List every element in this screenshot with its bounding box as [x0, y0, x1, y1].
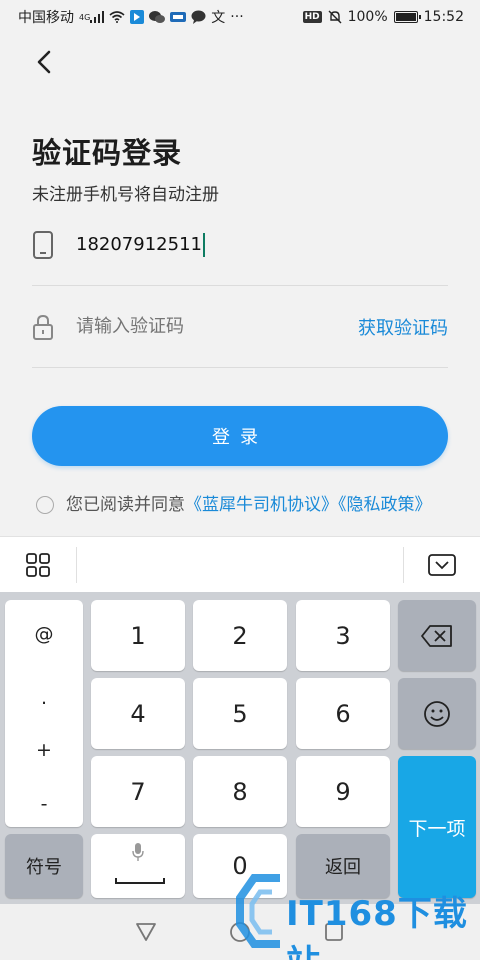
get-code-button[interactable]: 获取验证码	[358, 314, 448, 340]
emoji-key[interactable]	[398, 678, 476, 749]
phone-field[interactable]: 18207912511	[32, 204, 448, 286]
backspace-key[interactable]	[398, 600, 476, 671]
key-plus[interactable]: +	[5, 730, 83, 770]
battery-icon	[393, 11, 421, 23]
space-bar-icon	[115, 878, 165, 884]
phone-icon	[32, 230, 54, 260]
wechat-icon	[149, 10, 166, 24]
wifi-icon	[109, 11, 125, 23]
emoji-icon	[424, 700, 450, 727]
chevron-left-icon	[37, 50, 51, 74]
network-label: 4G	[79, 12, 91, 22]
key-4[interactable]: 4	[91, 678, 185, 749]
nav-recents-button[interactable]	[319, 917, 349, 947]
verification-code-field: 获取验证码	[32, 286, 448, 368]
space-key[interactable]	[91, 834, 185, 898]
more-icon: ···	[230, 9, 244, 25]
agreement-prefix: 您已阅读并同意	[66, 495, 185, 515]
mute-icon	[328, 10, 342, 24]
nav-back-button[interactable]	[131, 917, 161, 947]
home-circle-icon	[230, 922, 250, 942]
key-2[interactable]: 2	[193, 600, 287, 671]
status-right: HD 100% 15:52	[302, 9, 464, 25]
driver-agreement-link[interactable]: 《蓝犀牛司机协议》	[185, 495, 338, 515]
key-9[interactable]: 9	[296, 756, 390, 827]
login-button[interactable]: 登录	[32, 406, 448, 466]
key-1[interactable]: 1	[91, 600, 185, 671]
key-dot[interactable]: .	[5, 678, 83, 718]
collapse-keyboard-icon	[428, 553, 456, 576]
key-7[interactable]: 7	[91, 756, 185, 827]
key-3[interactable]: 3	[296, 600, 390, 671]
battery-fill	[395, 13, 416, 21]
page-subtitle: 未注册手机号将自动注册	[32, 185, 219, 205]
nav-home-button[interactable]	[225, 917, 255, 947]
collapse-keyboard-button[interactable]	[404, 537, 480, 593]
phone-value-wrap: 18207912511	[76, 232, 205, 257]
symbol-column: @ . + -	[5, 600, 83, 827]
lock-icon	[32, 312, 54, 342]
toolbar-divider	[76, 546, 77, 583]
ticket-icon	[170, 10, 187, 24]
signal-icon: 4G	[79, 11, 105, 23]
agreement-radio[interactable]	[36, 496, 54, 514]
key-8[interactable]: 8	[193, 756, 287, 827]
back-button[interactable]	[26, 42, 62, 82]
hd-badge: HD	[302, 11, 322, 23]
mic-icon	[132, 843, 144, 861]
key-minus[interactable]: -	[5, 784, 83, 824]
next-key[interactable]: 下一项	[398, 756, 476, 898]
numeric-keyboard: @ . + - 1 2 3 4 5 6 7 8 9 下一项 符号 0 返回	[0, 592, 480, 904]
carrier-label: 中国移动	[18, 10, 74, 26]
key-0[interactable]: 0	[193, 834, 287, 898]
recents-square-icon	[325, 923, 343, 941]
clock: 15:52	[423, 9, 464, 25]
keyboard-toolbar	[0, 536, 480, 592]
return-key[interactable]: 返回	[296, 834, 390, 898]
grid-icon	[26, 552, 50, 577]
privacy-policy-link[interactable]: 《隐私政策》	[338, 495, 432, 515]
keyboard-menu-button[interactable]	[0, 537, 76, 593]
status-left: 中国移动 4G 文 ···	[18, 7, 244, 27]
agreement-text: 您已阅读并同意《蓝犀牛司机协议》《隐私政策》	[66, 490, 432, 520]
app-notification-icon	[130, 10, 145, 24]
back-triangle-icon	[136, 923, 156, 941]
verification-code-input[interactable]	[76, 316, 358, 337]
text-caret	[202, 232, 205, 257]
key-6[interactable]: 6	[296, 678, 390, 749]
backspace-icon	[421, 624, 452, 647]
agreement: 您已阅读并同意《蓝犀牛司机协议》《隐私政策》	[36, 490, 456, 520]
message-icon	[191, 10, 206, 24]
key-5[interactable]: 5	[193, 678, 287, 749]
phone-value: 18207912511	[76, 234, 202, 255]
chat-icon: 文	[211, 10, 226, 26]
key-at[interactable]: @	[5, 614, 83, 654]
battery-text: 100%	[347, 9, 388, 25]
status-bar: 中国移动 4G 文 ··· HD 100% 15:52	[0, 0, 480, 34]
page-title: 验证码登录	[32, 136, 183, 170]
symbol-key[interactable]: 符号	[5, 834, 83, 898]
system-nav-bar	[0, 904, 480, 960]
